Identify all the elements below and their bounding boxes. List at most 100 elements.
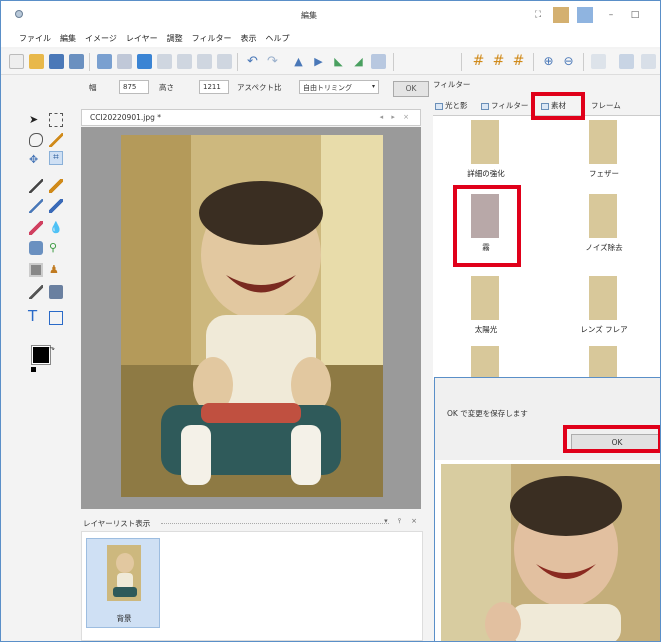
fullscreen-icon[interactable]: ⛶	[530, 7, 546, 23]
grid-fine-icon[interactable]: #	[491, 54, 506, 69]
crop-ok-button[interactable]: OK	[393, 81, 429, 97]
zoom-out-icon[interactable]: ⊖	[561, 54, 576, 69]
filter-item-detail-enhance[interactable]: 詳細の強化	[441, 120, 531, 186]
tool-palette: ➤ ✥ ⌗ 💧 ⚲ ♟ T ⬎	[1, 101, 79, 641]
menu-view[interactable]: 表示	[240, 33, 256, 44]
panel-icon[interactable]	[577, 7, 593, 23]
crop-tool-icon[interactable]: ⌗	[49, 151, 63, 165]
filter-thumbnail	[589, 120, 617, 164]
toolbar-separator	[583, 53, 584, 71]
layer-item-background[interactable]: 背景	[86, 538, 160, 628]
rotate-left-icon[interactable]: ◣	[331, 54, 346, 69]
trim-mode-value: 自由トリミング	[303, 84, 352, 92]
layer-list-panel: 背景	[81, 531, 423, 641]
cut-icon[interactable]	[157, 54, 172, 69]
fill-tool-icon[interactable]: 💧	[49, 221, 63, 235]
paste-icon[interactable]	[197, 54, 212, 69]
menu-file[interactable]: ファイル	[19, 33, 51, 44]
app-icon	[15, 10, 23, 18]
line-tool-icon[interactable]	[29, 199, 43, 213]
guide-icon[interactable]: #	[511, 54, 526, 69]
menu-layer[interactable]: レイヤー	[126, 33, 158, 44]
filter-thumbnail	[589, 346, 617, 380]
rect-select-tool-icon[interactable]	[49, 113, 63, 127]
user-icon[interactable]	[553, 7, 569, 23]
filter-item-partial[interactable]	[441, 346, 531, 380]
toolbar: ↶ ↷ ▲ ▶ ◣ ◢ # # # ⊕ ⊖	[1, 49, 660, 75]
magic-wand-tool-icon[interactable]	[49, 133, 63, 147]
menu-filter[interactable]: フィルター	[192, 33, 232, 44]
effect-tool-icon[interactable]	[49, 285, 63, 299]
flip-horizontal-icon[interactable]: ▶	[311, 54, 326, 69]
image-canvas[interactable]	[81, 127, 421, 509]
tab-frame[interactable]: フレーム	[591, 100, 621, 111]
print-icon[interactable]	[97, 54, 112, 69]
move-tool-icon[interactable]: ✥	[29, 153, 43, 167]
swap-colors-icon[interactable]: ⬎	[49, 344, 55, 352]
menu-edit[interactable]: 編集	[60, 33, 76, 44]
tab-light-shadow[interactable]: 光と影	[435, 100, 468, 111]
mail-icon[interactable]	[117, 54, 132, 69]
filter-item-lens-flare[interactable]: レンズ フレア	[559, 276, 649, 342]
dialog-preview-image	[441, 464, 660, 641]
menu-help[interactable]: ヘルプ	[265, 33, 289, 44]
save-icon[interactable]	[49, 54, 64, 69]
gradient-tool-icon[interactable]	[29, 263, 43, 277]
actual-size-icon[interactable]	[619, 54, 634, 69]
copy-icon[interactable]	[177, 54, 192, 69]
filter-item-noise-reduction[interactable]: ノイズ除去	[559, 194, 649, 260]
pointer-tool-icon[interactable]: ➤	[29, 113, 43, 127]
fit-window-icon[interactable]	[591, 54, 606, 69]
pencil-tool-icon[interactable]	[49, 179, 63, 193]
width-field[interactable]: 875	[119, 80, 149, 94]
foreground-color-swatch[interactable]	[31, 345, 51, 365]
height-label: 高さ	[159, 83, 174, 92]
figure-tool-icon[interactable]: ♟	[49, 263, 63, 277]
new-file-icon[interactable]	[9, 54, 24, 69]
shape-tool-icon[interactable]	[49, 311, 63, 325]
undo-icon[interactable]: ↶	[245, 54, 260, 69]
filter-item-feather[interactable]: フェザー	[559, 120, 649, 186]
document-tab[interactable]: CCI20220901.jpg *	[90, 113, 161, 122]
menu-image[interactable]: イメージ	[85, 33, 117, 44]
photo-image	[121, 135, 383, 497]
maximize-button[interactable]: □	[627, 7, 643, 23]
toolbar-separator	[461, 53, 462, 71]
crop-options-bar: 幅 875 高さ 1211 アスペクト比 自由トリミング ▾	[1, 76, 431, 98]
delete-icon[interactable]	[217, 54, 232, 69]
menu-adjust[interactable]: 調整	[167, 33, 183, 44]
tab-filter[interactable]: フィルター	[481, 100, 528, 111]
filter-panel-title: フィルター	[433, 80, 471, 89]
stamp-tool-icon[interactable]	[29, 241, 43, 255]
save-as-icon[interactable]	[69, 54, 84, 69]
height-field[interactable]: 1211	[199, 80, 229, 94]
rotate-icon[interactable]	[371, 54, 386, 69]
toolbar-separator	[393, 53, 394, 71]
eraser-tool-icon[interactable]	[29, 221, 43, 235]
tab-controls[interactable]: ◂ ▸ ×	[380, 113, 412, 121]
rotate-right-icon[interactable]: ◢	[351, 54, 366, 69]
lasso-tool-icon[interactable]	[29, 133, 43, 147]
filter-thumbnail	[471, 276, 499, 320]
open-folder-icon[interactable]	[29, 54, 44, 69]
layer-thumbnail-image	[107, 545, 141, 601]
grid-icon[interactable]: #	[471, 54, 486, 69]
filter-item-sunlight[interactable]: 太陽光	[441, 276, 531, 342]
text-tool-icon[interactable]: T	[28, 309, 42, 324]
screen-icon[interactable]	[137, 54, 152, 69]
tab-icon	[481, 102, 489, 110]
smudge-tool-icon[interactable]	[29, 285, 43, 299]
trim-mode-select[interactable]: 自由トリミング ▾	[299, 80, 379, 94]
reset-colors-icon[interactable]	[31, 367, 36, 372]
pen-tool-icon[interactable]	[29, 179, 43, 193]
minimize-button[interactable]: –	[603, 7, 619, 23]
flip-vertical-icon[interactable]: ▲	[291, 54, 306, 69]
chevron-down-icon: ▾	[371, 83, 375, 90]
redo-icon[interactable]: ↷	[265, 54, 280, 69]
filter-item-partial[interactable]	[559, 346, 649, 380]
full-screen-icon[interactable]	[641, 54, 656, 69]
layer-panel-controls[interactable]: ▾ ⫯ ×	[384, 517, 421, 526]
dropper-tool-icon[interactable]: ⚲	[49, 241, 63, 255]
brush-tool-icon[interactable]	[49, 199, 63, 213]
zoom-in-icon[interactable]: ⊕	[541, 54, 556, 69]
